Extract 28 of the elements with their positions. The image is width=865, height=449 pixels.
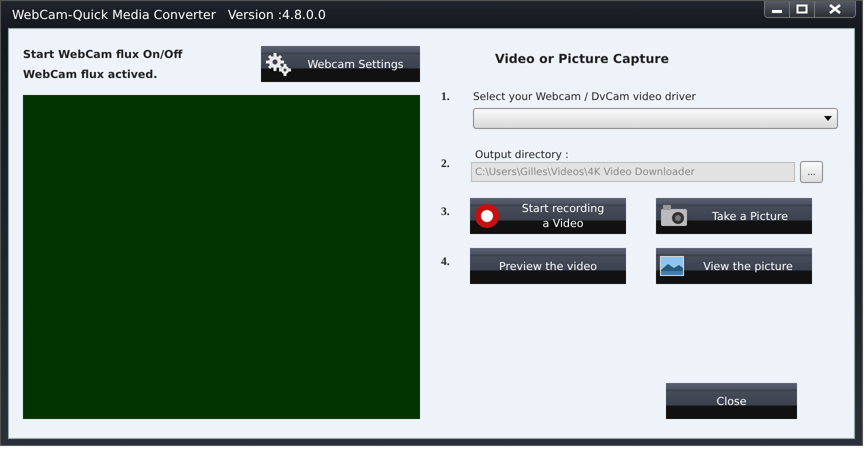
start-recording-button[interactable]: Start recording a Video — [470, 198, 626, 234]
close-window-button[interactable] — [815, 1, 855, 17]
preview-video-button[interactable]: Preview the video — [470, 248, 626, 284]
step-number: 2. — [441, 157, 451, 172]
driver-dropdown[interactable] — [473, 108, 838, 129]
landscape-icon — [660, 256, 684, 276]
view-picture-button[interactable]: View the picture — [656, 248, 812, 284]
status-text: Start WebCam flux On/Off — [23, 48, 184, 63]
version-label: Version :4.8.0.0 — [228, 7, 326, 22]
section-heading: Video or Picture Capture — [495, 51, 670, 68]
maximize-button[interactable] — [790, 1, 815, 17]
field-label: Select your Webcam / DvCam video driver — [473, 91, 697, 105]
dropdown-arrow-icon — [824, 116, 832, 121]
step-number: 4. — [441, 255, 451, 270]
window-title: WebCam-Quick Media Converter — [12, 7, 216, 22]
gears-icon — [265, 52, 291, 76]
record-icon — [474, 203, 500, 229]
close-icon — [829, 4, 841, 14]
minimize-button[interactable] — [765, 1, 790, 17]
step-number: 3. — [441, 205, 451, 220]
webcam-settings-button[interactable]: Webcam Settings — [261, 46, 420, 82]
camera-icon — [660, 204, 688, 228]
close-button[interactable]: Close — [666, 383, 797, 419]
field-label: Output directory : — [475, 149, 570, 161]
take-picture-button[interactable]: Take a Picture — [656, 198, 812, 234]
status-text: WebCam flux actived. — [23, 68, 158, 83]
step-number: 1. — [441, 91, 451, 105]
maximize-icon — [796, 4, 808, 14]
